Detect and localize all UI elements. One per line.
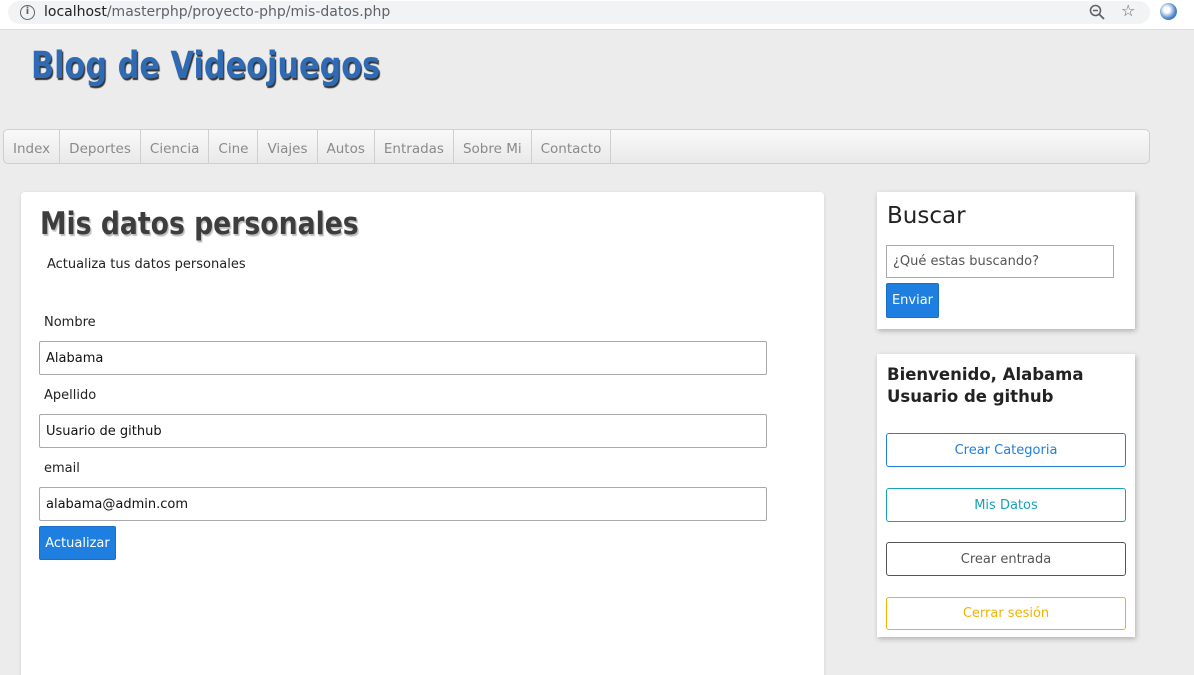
nav-item-index[interactable]: Index bbox=[4, 130, 61, 163]
search-card: Buscar Enviar bbox=[877, 192, 1135, 329]
url-host: localhost bbox=[44, 4, 107, 20]
search-submit-button[interactable]: Enviar bbox=[886, 283, 939, 318]
logout-button[interactable]: Cerrar sesión bbox=[886, 597, 1126, 630]
main-nav: Index Deportes Ciencia Cine Viajes Autos… bbox=[3, 129, 1150, 164]
extension-icon[interactable] bbox=[1160, 3, 1177, 20]
main-content: Mis datos personales Actualiza tus datos… bbox=[21, 192, 824, 675]
page-title: Mis datos personales bbox=[40, 206, 359, 242]
create-entry-button[interactable]: Crear entrada bbox=[886, 542, 1126, 576]
nombre-field[interactable] bbox=[39, 341, 767, 375]
create-category-button[interactable]: Crear Categoria bbox=[886, 433, 1126, 467]
apellido-label: Apellido bbox=[44, 388, 97, 403]
nav-item-viajes[interactable]: Viajes bbox=[258, 130, 318, 163]
my-data-button[interactable]: Mis Datos bbox=[886, 488, 1126, 522]
page-subtitle: Actualiza tus datos personales bbox=[47, 257, 246, 272]
site-title[interactable]: Blog de Videojuegos bbox=[31, 44, 380, 87]
apellido-field[interactable] bbox=[39, 414, 767, 448]
nav-item-sobre-mi[interactable]: Sobre Mi bbox=[454, 130, 532, 163]
email-field[interactable] bbox=[39, 487, 767, 521]
url-path: /masterphp/proyecto-php/mis-datos.php bbox=[106, 4, 391, 20]
nombre-label: Nombre bbox=[44, 315, 96, 330]
nav-item-autos[interactable]: Autos bbox=[318, 130, 375, 163]
info-icon[interactable]: i bbox=[20, 5, 35, 20]
update-button[interactable]: Actualizar bbox=[39, 526, 116, 560]
welcome-text: Bienvenido, Alabama Usuario de github bbox=[887, 365, 1084, 406]
search-title: Buscar bbox=[887, 203, 966, 229]
nav-item-cine[interactable]: Cine bbox=[209, 130, 259, 163]
address-bar[interactable]: i localhost/masterphp/proyecto-php/mis-d… bbox=[8, 1, 1150, 24]
browser-toolbar: i localhost/masterphp/proyecto-php/mis-d… bbox=[0, 0, 1194, 30]
user-card: Bienvenido, Alabama Usuario de github Cr… bbox=[877, 354, 1135, 637]
search-input[interactable] bbox=[886, 245, 1114, 278]
nav-item-entradas[interactable]: Entradas bbox=[375, 130, 454, 163]
zoom-out-icon[interactable] bbox=[1089, 4, 1105, 20]
star-icon[interactable]: ☆ bbox=[1121, 2, 1135, 20]
nav-item-contacto[interactable]: Contacto bbox=[532, 130, 612, 163]
url-text[interactable]: localhost/masterphp/proyecto-php/mis-dat… bbox=[44, 4, 390, 20]
nav-item-deportes[interactable]: Deportes bbox=[60, 130, 141, 163]
nav-item-ciencia[interactable]: Ciencia bbox=[141, 130, 210, 163]
email-label: email bbox=[44, 461, 80, 476]
